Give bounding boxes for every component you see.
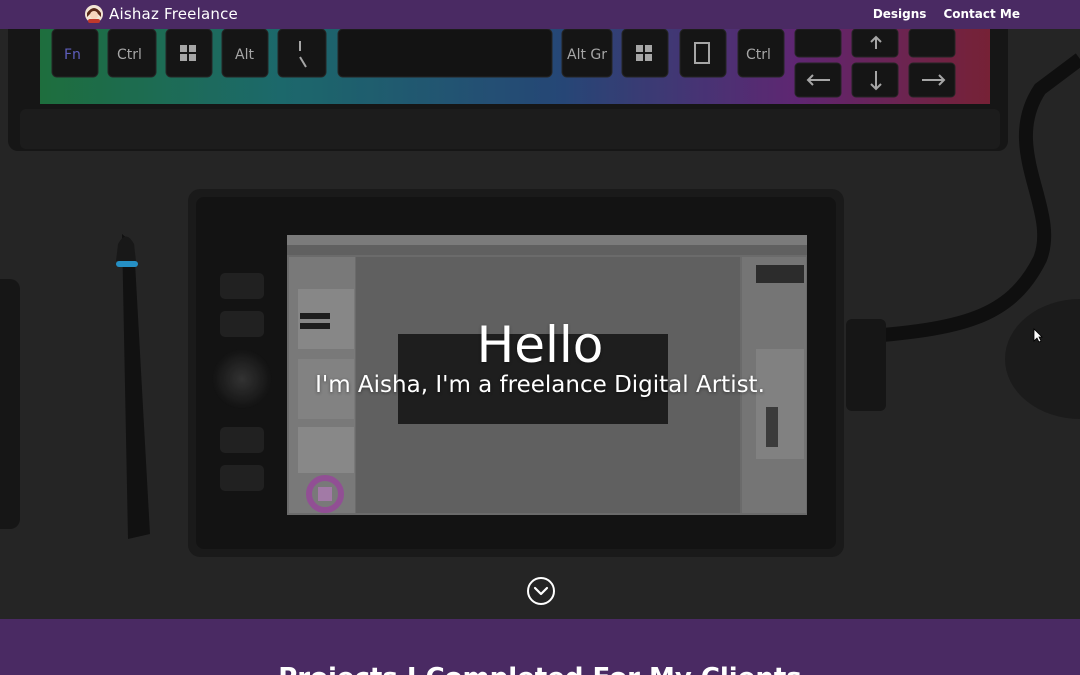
chevron-down-circle-icon[interactable] — [526, 576, 556, 606]
nav-link-designs[interactable]: Designs — [873, 7, 927, 21]
hero-title: Hello — [476, 316, 604, 374]
hero-subtitle: I'm Aisha, I'm a freelance Digital Artis… — [315, 372, 765, 398]
artist-avatar-icon — [85, 5, 103, 23]
top-navbar: Aishaz Freelance Designs Contact Me — [0, 0, 1080, 29]
projects-section: Projects I Completed For My Clients — [0, 619, 1080, 675]
hero-section: Fn Ctrl Alt Alt Gr Ctrl Hello I'm Aisha,… — [0, 29, 1080, 619]
brand-link[interactable]: Aishaz Freelance — [84, 4, 238, 24]
mouse-cursor-icon — [1033, 328, 1043, 343]
nav-menu: Designs Contact Me — [873, 7, 1020, 21]
nav-link-contact-me[interactable]: Contact Me — [943, 7, 1020, 21]
section-title: Projects I Completed For My Clients — [0, 661, 1080, 675]
brand-name: Aishaz Freelance — [109, 5, 238, 23]
